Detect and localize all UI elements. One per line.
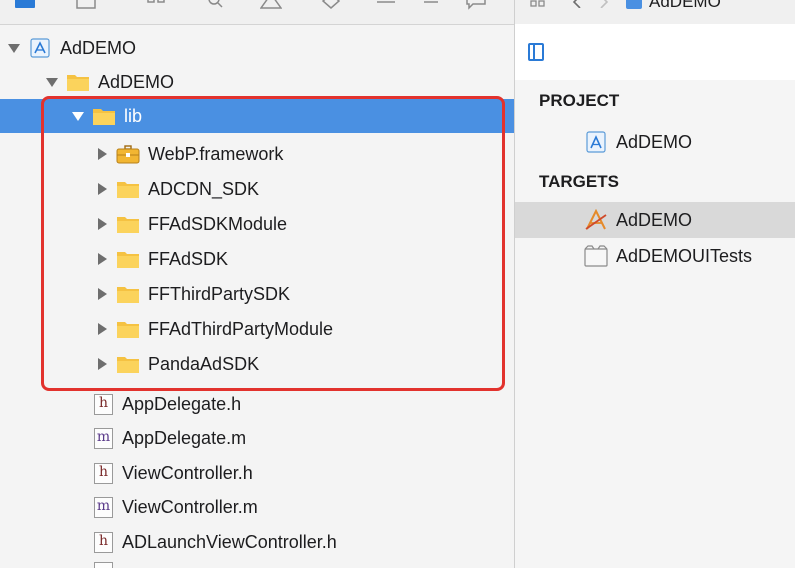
- project-navigator: AdDEMO AdDEMO lib WebP.framework ADCDN_S…: [0, 0, 514, 568]
- back-chevron-icon[interactable]: [572, 0, 582, 9]
- tree-row-framework[interactable]: WebP.framework: [0, 137, 514, 171]
- breadcrumb-project[interactable]: AdDEMO: [649, 0, 721, 12]
- tree-row-file[interactable]: m ViewController.m: [0, 490, 514, 524]
- jump-bar: AdDEMO: [515, 0, 795, 25]
- tree-row-label: ViewController.m: [122, 496, 258, 517]
- project-navigator-tab-icon[interactable]: [14, 0, 36, 10]
- test-bundle-icon: [584, 245, 608, 267]
- symbol-navigator-tab-icon[interactable]: [145, 0, 167, 10]
- tree-row-label: FFAdThirdPartyModule: [148, 318, 334, 339]
- tree-row-label: FFAdSDKModule: [148, 213, 288, 234]
- tree-row-label: ViewController.h: [122, 462, 253, 483]
- disclosure-collapsed-icon[interactable]: [94, 146, 110, 162]
- disclosure-collapsed-icon[interactable]: [94, 286, 110, 302]
- disclosure-collapsed-icon[interactable]: [94, 356, 110, 372]
- project-item[interactable]: AdDEMO: [515, 124, 795, 160]
- disclosure-expanded-icon[interactable]: [70, 108, 86, 124]
- section-header-targets: TARGETS: [539, 172, 619, 191]
- disclosure-collapsed-icon[interactable]: [94, 251, 110, 267]
- tree-row-project[interactable]: AdDEMO: [0, 31, 514, 65]
- folder-icon: [116, 214, 140, 234]
- tree-row-label: ADLaunchViewController.h: [122, 531, 337, 552]
- folder-icon: [116, 284, 140, 304]
- tree-row-folder[interactable]: ADCDN_SDK: [0, 172, 514, 206]
- tree-row-label: AppDelegate.m: [122, 427, 247, 448]
- xcode-project-icon: [584, 131, 608, 153]
- find-navigator-tab-icon[interactable]: [205, 0, 227, 10]
- tree-row-label: ADCDN_SDK: [148, 178, 260, 199]
- tree-row-group[interactable]: AdDEMO: [0, 65, 514, 99]
- section-header-project: PROJECT: [539, 91, 620, 110]
- tree-row-label: PandaAdSDK: [148, 353, 260, 374]
- disclosure-collapsed-icon[interactable]: [94, 181, 110, 197]
- tree-row-label: AppDelegate.h: [122, 393, 242, 414]
- project-item-label: AdDEMO: [616, 131, 693, 152]
- tree-row-folder[interactable]: FFAdThirdPartyModule: [0, 312, 514, 346]
- disclosure-expanded-icon[interactable]: [44, 74, 60, 90]
- tree-row-file[interactable]: m AppDelegate.m: [0, 421, 514, 455]
- folder-icon: [116, 179, 140, 199]
- project-editor: AdDEMO PROJECT AdDEMO TARGETS AdDEMO AdD…: [515, 0, 795, 568]
- implementation-file-icon: m: [94, 427, 113, 449]
- target-item-uitests[interactable]: AdDEMOUITests: [515, 238, 795, 274]
- disclosure-collapsed-icon[interactable]: [94, 321, 110, 337]
- implementation-file-icon: m: [94, 496, 113, 518]
- tree-row-folder[interactable]: FFThirdPartySDK: [0, 277, 514, 311]
- tree-row-label: FFAdSDK: [148, 248, 229, 269]
- folder-icon: [116, 354, 140, 374]
- app-target-icon: [584, 209, 608, 231]
- tree-row-label: WebP.framework: [148, 143, 284, 164]
- header-file-icon: h: [94, 531, 113, 553]
- tree-row-lib[interactable]: lib: [0, 99, 514, 133]
- header-file-icon: h: [94, 462, 113, 484]
- tree-row-folder[interactable]: FFAdSDK: [0, 242, 514, 276]
- project-target-list: PROJECT AdDEMO TARGETS AdDEMO AdDEMOUITe…: [515, 80, 795, 568]
- target-item-app[interactable]: AdDEMO: [515, 202, 795, 238]
- disclosure-collapsed-icon[interactable]: [94, 216, 110, 232]
- tree-row-file[interactable]: h AppDelegate.h: [0, 387, 514, 421]
- issue-navigator-tab-icon[interactable]: [260, 0, 282, 10]
- test-navigator-tab-icon[interactable]: [320, 0, 342, 10]
- tree-row-label: AdDEMO: [98, 71, 175, 92]
- xcode-project-icon: [28, 38, 52, 58]
- framework-toolbox-icon: [116, 144, 140, 164]
- tree-row-label: lib: [124, 105, 143, 126]
- navigator-toolbar: [0, 0, 514, 25]
- folder-icon: [66, 72, 90, 92]
- tree-row-file[interactable]: h ADLaunchViewController.h: [0, 525, 514, 559]
- header-file-icon: h: [94, 393, 113, 415]
- disclosure-expanded-icon[interactable]: [6, 40, 22, 56]
- tree-row-label: AdDEMO: [60, 37, 137, 58]
- file-icon: [94, 562, 113, 568]
- report-navigator-tab-icon[interactable]: [465, 0, 487, 10]
- folder-icon: [116, 249, 140, 269]
- debug-navigator-tab-icon[interactable]: [375, 0, 397, 10]
- forward-chevron-icon[interactable]: [599, 0, 609, 9]
- breakpoint-navigator-tab-icon[interactable]: [420, 0, 442, 10]
- tree-row-folder[interactable]: FFAdSDKModule: [0, 207, 514, 241]
- source-control-tab-icon[interactable]: [75, 0, 97, 10]
- folder-icon: [92, 106, 116, 126]
- folder-icon: [116, 319, 140, 339]
- tree-row-label: FFThirdPartySDK: [148, 283, 291, 304]
- xcode-project-icon: [625, 0, 643, 9]
- related-items-grid-icon[interactable]: [530, 0, 546, 7]
- target-item-label: AdDEMOUITests: [616, 245, 753, 266]
- tree-row-file[interactable]: h ViewController.h: [0, 456, 514, 490]
- tree-row-folder[interactable]: PandaAdSDK: [0, 347, 514, 381]
- target-item-label: AdDEMO: [616, 209, 693, 230]
- hide-sidebar-icon[interactable]: [528, 43, 544, 61]
